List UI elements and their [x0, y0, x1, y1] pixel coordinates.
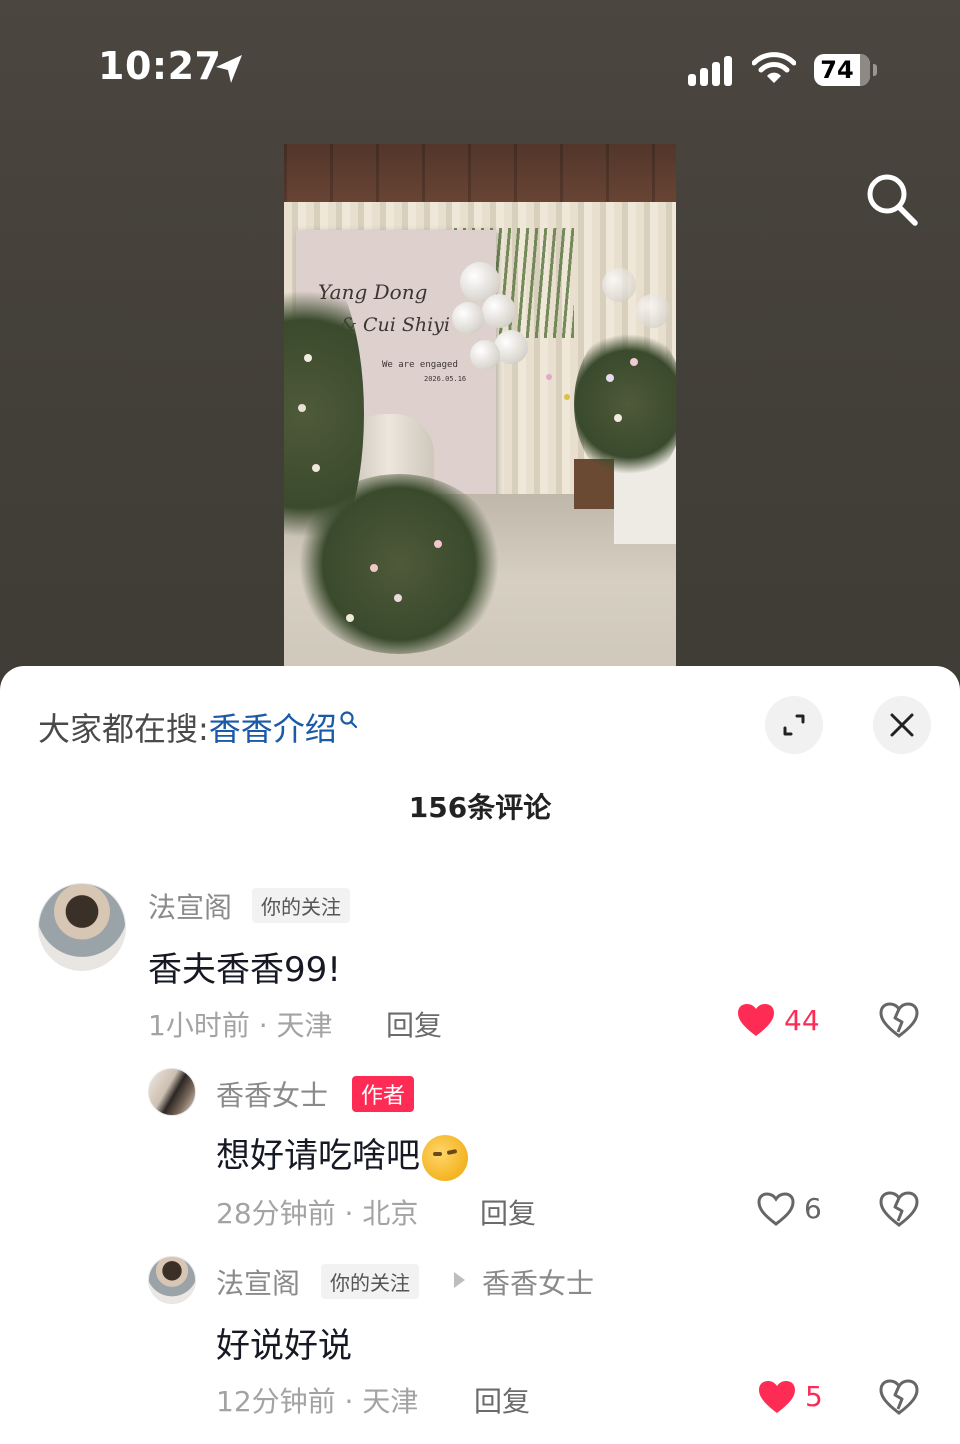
- avatar[interactable]: [148, 1256, 196, 1304]
- flower: [304, 354, 312, 362]
- author-tag: 作者: [352, 1076, 415, 1112]
- balloon: [470, 340, 500, 370]
- avatar[interactable]: [38, 883, 126, 971]
- reply-button[interactable]: 回复: [474, 1380, 530, 1420]
- hot-search-term[interactable]: 香香介绍: [209, 710, 337, 748]
- flower: [434, 540, 442, 548]
- reply-button[interactable]: 回复: [480, 1192, 536, 1232]
- flower: [630, 358, 638, 366]
- balloon: [482, 294, 516, 328]
- comment-username[interactable]: 香香女士: [216, 1074, 328, 1114]
- board-tagline: We are engaged: [382, 360, 458, 370]
- comment-count: 156条评论: [408, 791, 552, 824]
- dislike-broken-heart-icon[interactable]: [879, 1002, 919, 1038]
- reply-to-arrow-icon: [454, 1272, 465, 1288]
- flower: [298, 404, 306, 412]
- comment-username[interactable]: 法宣阁: [216, 1262, 300, 1302]
- like-count: 5: [805, 1380, 823, 1413]
- flower: [394, 594, 402, 602]
- comment-text-content: 想好请吃啥吧: [216, 1136, 420, 1176]
- avatar[interactable]: [148, 1068, 196, 1116]
- heart-filled-icon[interactable]: [757, 1379, 797, 1415]
- flower-arrangement: [294, 474, 504, 654]
- reply-button[interactable]: 回复: [386, 1004, 442, 1044]
- search-small-icon: [340, 711, 357, 729]
- battery-cap: [873, 64, 877, 76]
- like-count: 6: [804, 1192, 822, 1225]
- flower: [346, 614, 354, 622]
- comments-sheet: [0, 666, 960, 1444]
- thinking-face-emoji: [422, 1134, 468, 1181]
- balloon: [636, 294, 670, 328]
- dislike-broken-heart-icon[interactable]: [879, 1379, 919, 1415]
- dislike-broken-heart-icon[interactable]: [879, 1191, 919, 1227]
- follow-tag: 你的关注: [321, 1264, 419, 1299]
- comment-text: 好说好说: [216, 1326, 352, 1366]
- hot-search-label: 大家都在搜:: [38, 710, 209, 748]
- comment-username[interactable]: 法宣阁: [148, 886, 232, 926]
- comment-text: 想好请吃啥吧: [216, 1128, 468, 1181]
- video-frame-photo[interactable]: Yang Dong & Cui Shiyi We are engaged 202…: [284, 144, 676, 666]
- heart-outline-icon[interactable]: [756, 1191, 796, 1227]
- battery-empty-part: [860, 54, 870, 86]
- reply-to-username[interactable]: 香香女士: [482, 1262, 594, 1302]
- flower: [564, 394, 570, 400]
- close-button[interactable]: [873, 696, 931, 754]
- flower-arrangement: [574, 324, 676, 484]
- balloon: [602, 268, 636, 302]
- status-bar: 10:27 74: [0, 0, 960, 140]
- flower: [614, 414, 622, 422]
- follow-tag: 你的关注: [252, 888, 350, 923]
- search-icon[interactable]: [862, 170, 922, 230]
- expand-button[interactable]: [765, 696, 823, 754]
- battery-level: 74: [820, 56, 854, 84]
- balloon: [452, 302, 484, 334]
- board-date: 2026.05.16: [424, 375, 467, 383]
- video-background: 10:27 74 Yang Dong & Cui Shiyi We are en…: [0, 0, 960, 700]
- comment-meta: 28分钟前 · 北京: [216, 1197, 419, 1230]
- comment-meta: 1小时前 · 天津: [148, 1009, 333, 1042]
- signal-icon: [688, 56, 732, 86]
- flower: [312, 464, 320, 472]
- flower: [370, 564, 378, 572]
- heart-filled-icon[interactable]: [736, 1002, 776, 1038]
- wifi-icon: [752, 52, 796, 83]
- comment-text: 香夫香香99!: [148, 950, 341, 990]
- like-count: 44: [784, 1004, 820, 1037]
- close-icon: [890, 713, 914, 737]
- expand-icon: [783, 714, 805, 736]
- board-names-line2: & Cui Shiyi: [340, 314, 450, 336]
- battery-icon: 74: [814, 54, 870, 86]
- flower: [606, 374, 614, 382]
- wood-slats: [284, 144, 676, 206]
- location-arrow-icon: [216, 55, 242, 83]
- hot-search-bar[interactable]: 大家都在搜:香香介绍: [38, 704, 359, 750]
- comment-meta: 12分钟前 · 天津: [216, 1385, 419, 1418]
- flower: [546, 374, 552, 380]
- status-time: 10:27: [98, 44, 222, 88]
